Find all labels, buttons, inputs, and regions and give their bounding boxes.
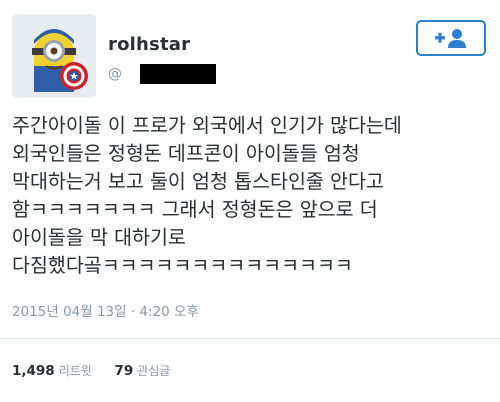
- handle-row: @: [108, 63, 216, 87]
- retweets-count: 1,498: [12, 363, 55, 379]
- retweets-stat[interactable]: 1,498 리트윗: [12, 363, 96, 379]
- redaction-bar: [140, 64, 216, 84]
- tweet-card: rolhstar @ 주간아이돌 이 프로가 외국에서 인기가 많다는데 외국인…: [0, 0, 500, 402]
- likes-count: 79: [114, 363, 134, 379]
- follow-button[interactable]: [416, 20, 486, 56]
- likes-stat[interactable]: 79 관심글: [114, 363, 170, 379]
- divider: [0, 338, 500, 339]
- tweet-timestamp[interactable]: 2015년 04월 13일 · 4:20 오후: [12, 300, 199, 320]
- tweet-stats: 1,498 리트윗 79 관심글: [12, 362, 170, 379]
- user-block: rolhstar @: [108, 34, 216, 87]
- avatar-image: [12, 14, 96, 98]
- avatar[interactable]: [12, 14, 96, 98]
- handle-prefix: @: [108, 66, 122, 82]
- display-name[interactable]: rolhstar: [108, 34, 190, 55]
- tweet-text: 주간아이돌 이 프로가 외국에서 인기가 많다는데 외국인들은 정형돈 데프콘이…: [12, 114, 402, 277]
- tweet-header: rolhstar @: [12, 14, 488, 98]
- retweets-label: 리트윗: [58, 364, 92, 378]
- likes-label: 관심글: [137, 364, 171, 378]
- follow-icon: [435, 29, 466, 48]
